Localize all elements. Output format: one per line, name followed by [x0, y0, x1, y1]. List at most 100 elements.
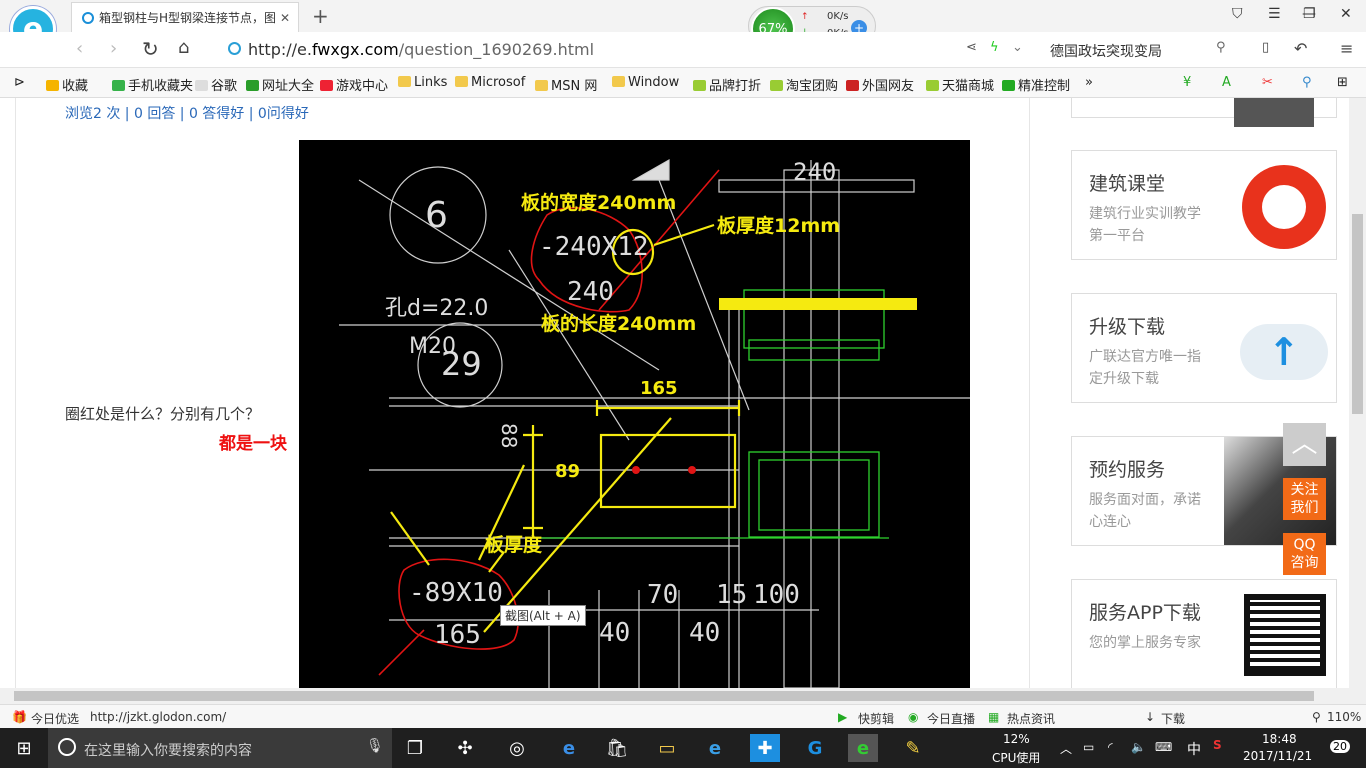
url-domain: fwxgx.com [311, 40, 399, 59]
qr-code-icon [1244, 594, 1326, 676]
apps-icon[interactable]: ⊞ [1337, 75, 1348, 90]
notes-icon[interactable]: ✎ [898, 734, 928, 762]
bookmark-item[interactable]: 网址大全 [246, 75, 314, 94]
hscroll-thumb[interactable] [14, 691, 1314, 701]
bookmark-item[interactable]: 淘宝团购 [770, 75, 838, 94]
close-window-icon[interactable]: ✕ [1340, 6, 1352, 22]
new-tab-icon[interactable]: + [312, 4, 329, 28]
more-menu-icon[interactable]: ≡ [1340, 39, 1353, 58]
edge-icon[interactable]: e [554, 734, 584, 762]
bookmark-icon [1002, 80, 1015, 91]
cad-top-dim: 240 [793, 158, 837, 186]
horizontal-scrollbar[interactable] [0, 688, 1366, 704]
search-icon[interactable]: ⚲ [1216, 40, 1226, 55]
status-news[interactable]: 热点资讯 [1007, 710, 1055, 727]
clock-date[interactable]: 2017/11/21 [1243, 749, 1312, 763]
task-view-icon[interactable]: ❐ [400, 734, 430, 762]
ie-icon[interactable]: e [700, 734, 730, 762]
ime-indicator[interactable]: 中 [1187, 739, 1201, 759]
url-input[interactable]: http://e.fwxgx.com/question_1690269.html [248, 40, 594, 59]
status-live[interactable]: 今日直播 [927, 710, 975, 727]
sidebar-toggle-icon[interactable]: ⊳ [14, 75, 25, 90]
sidebar-card-app[interactable]: 服务APP下载 您的掌上服务专家 [1071, 579, 1337, 688]
bookmark-item[interactable]: Links [398, 75, 447, 90]
follow-us-button[interactable]: 关注我们 [1283, 478, 1326, 520]
course-logo-inner [1262, 185, 1306, 229]
bookmark-item[interactable]: MSN 网 [535, 75, 597, 94]
bookmark-item[interactable]: 品牌打折 [693, 75, 761, 94]
store-icon[interactable]: 🛍 [602, 734, 632, 762]
bookmark-item[interactable]: 天猫商城 [926, 75, 994, 94]
cad-plate2: -89X10 [409, 578, 503, 608]
volume-icon[interactable]: 🔈 [1131, 740, 1146, 754]
status-download[interactable]: 下载 [1161, 710, 1185, 727]
windows-start-icon[interactable]: ⊞ [9, 734, 39, 762]
cad-drawing-image[interactable]: 板的宽度240mm 板厚度12mm 板的长度240mm 165 89 板厚度 -… [299, 140, 970, 688]
bookmark-item[interactable]: 游戏中心 [320, 75, 388, 94]
question-text: 圈红处是什么？分别有几个？ [65, 405, 261, 423]
glodon-icon[interactable]: G [800, 734, 830, 762]
app-pinwheel-icon[interactable]: ✣ [450, 734, 480, 762]
taskbar-search-input[interactable]: 在这里输入你要搜索的内容 🎙 [48, 728, 392, 768]
explorer-icon[interactable]: ▭ [652, 734, 682, 762]
bookmark-label: 网址大全 [262, 79, 315, 94]
cad-label-length: 板的长度240mm [541, 313, 697, 335]
sidebar-card-upgrade[interactable]: 升级下载 广联达官方唯一指定升级下载 ↑ [1071, 293, 1337, 403]
menu-icon[interactable]: ☰ [1268, 6, 1281, 22]
bookmark-icon [455, 76, 468, 87]
forward-icon[interactable]: › [110, 38, 117, 59]
question-stats[interactable]: 浏览2 次 | 0 回答 | 0 答得好 | 0问得好 [65, 103, 309, 123]
bank-icon[interactable]: ¥ [1183, 75, 1191, 90]
mobile-icon[interactable]: ▯ [1262, 40, 1269, 55]
find-icon[interactable]: ⚲ [1302, 75, 1312, 90]
status-today[interactable]: 今日优选 [31, 710, 79, 727]
windows-taskbar: ⊞ 在这里输入你要搜索的内容 🎙 ❐ ✣ ◎ e 🛍 ▭ e ✚ G e ✎ 1… [0, 728, 1366, 768]
battery-icon[interactable]: ▭ [1083, 740, 1094, 754]
vertical-scrollbar[interactable] [1349, 98, 1366, 688]
bookmark-item[interactable]: 手机收藏夹 [112, 75, 193, 94]
sidebar-card-course[interactable]: 建筑课堂 建筑行业实训教学第一平台 [1071, 150, 1337, 260]
download-icon: ↓ [1145, 710, 1156, 724]
scroll-thumb[interactable] [1352, 214, 1363, 414]
undo-icon[interactable]: ↶ [1294, 39, 1307, 58]
clock-time[interactable]: 18:48 [1262, 732, 1297, 746]
bookmark-item[interactable]: 谷歌 [195, 75, 237, 94]
cortana-icon [58, 738, 76, 756]
app-plus-icon[interactable]: ✚ [750, 734, 780, 762]
mic-icon[interactable]: 🎙 [366, 738, 384, 754]
bookmark-item[interactable]: Window [612, 75, 679, 90]
refresh-icon[interactable]: ↻ [142, 37, 159, 61]
scissors-icon[interactable]: ✂ [1262, 75, 1273, 90]
dropdown-icon[interactable]: ⌄ [1012, 40, 1023, 55]
back-to-top-icon[interactable]: ︿ [1283, 423, 1326, 466]
bookmark-label: 精准控制 [1018, 79, 1071, 94]
share-icon[interactable]: ⋖ [966, 40, 977, 55]
cad-label-thick2: 板厚度 [485, 534, 543, 556]
sidebar-card-top-partial[interactable] [1071, 98, 1337, 127]
wifi-icon[interactable]: ◜ [1108, 740, 1113, 754]
qq-consult-button[interactable]: QQ咨询 [1283, 533, 1326, 575]
sogou-icon[interactable]: S [1213, 738, 1222, 752]
keyboard-icon[interactable]: ⌨ [1155, 740, 1172, 754]
flash-icon[interactable]: ϟ [990, 40, 999, 55]
browser-taskbar-icon[interactable]: e [848, 734, 878, 762]
tab-close-icon[interactable]: ✕ [280, 11, 290, 25]
hot-search-text[interactable]: 德国政坛突现变局 [1050, 41, 1162, 61]
status-clip[interactable]: 快剪辑 [858, 710, 894, 727]
back-icon[interactable]: ‹ [76, 38, 83, 59]
app-spiral-icon[interactable]: ◎ [502, 734, 532, 762]
bookmark-item[interactable]: 精准控制 [1002, 75, 1070, 94]
tray-up-icon[interactable]: ︿ [1060, 740, 1072, 757]
status-bar: 🎁 今日优选 http://jzkt.glodon.com/ ▶ 快剪辑 ◉ 今… [0, 704, 1366, 728]
notification-badge[interactable]: 20 [1330, 740, 1350, 753]
home-icon[interactable]: ⌂ [178, 37, 189, 58]
addon-icon[interactable]: A [1222, 75, 1231, 90]
bookmark-item[interactable]: Microsof [455, 75, 525, 90]
more-bookmarks-icon[interactable]: » [1085, 75, 1093, 90]
status-zoom[interactable]: 110% [1327, 710, 1361, 724]
bookmark-item[interactable]: 收藏 [46, 75, 88, 94]
skin-icon[interactable]: ⛉ [1232, 6, 1243, 22]
tab-active[interactable]: 箱型钢柱与H型钢梁连接节点，图 ✕ [71, 2, 299, 32]
restore-icon[interactable]: ❐ [1303, 6, 1316, 22]
bookmark-item[interactable]: 外国网友 [846, 75, 914, 94]
